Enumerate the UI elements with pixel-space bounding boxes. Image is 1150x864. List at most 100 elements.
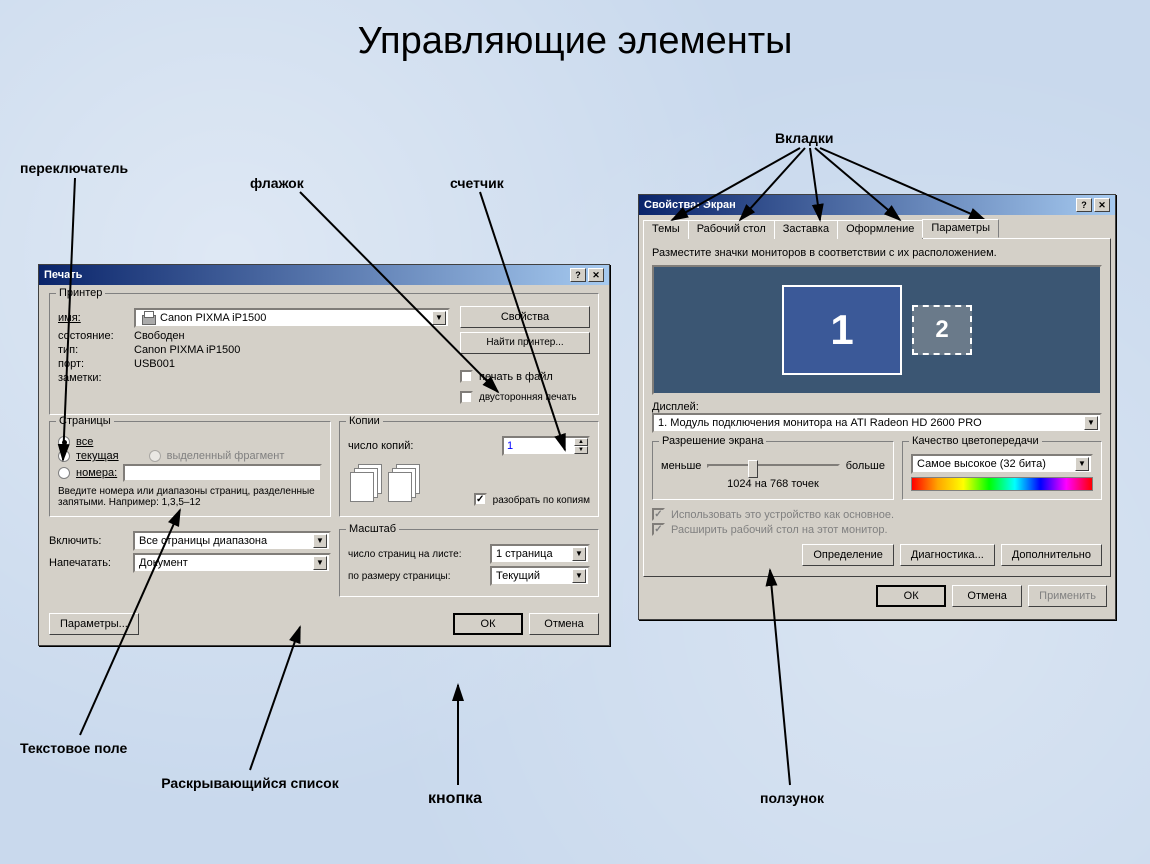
quality-dropdown[interactable]: Самое высокое (32 бита) ▼ bbox=[911, 454, 1093, 474]
chevron-down-icon[interactable]: ▼ bbox=[572, 569, 586, 583]
options-button[interactable]: Параметры... bbox=[49, 613, 139, 635]
collate-preview-icon bbox=[388, 464, 422, 504]
advanced-button[interactable]: Дополнительно bbox=[1001, 544, 1102, 566]
pages-selection-radio bbox=[149, 450, 161, 462]
include-label: Включить: bbox=[49, 535, 127, 547]
print-to-file-checkbox[interactable] bbox=[460, 370, 473, 383]
apply-button[interactable]: Применить bbox=[1028, 585, 1107, 607]
display-titlebar[interactable]: Свойства: Экран ? ✕ bbox=[639, 195, 1115, 215]
pages-hint: Введите номера или диапазоны страниц, ра… bbox=[58, 486, 322, 508]
printer-name-value: Canon PIXMA iP1500 bbox=[160, 312, 266, 324]
arrange-hint: Разместите значки мониторов в соответств… bbox=[652, 247, 1102, 259]
resolution-group: Разрешение экрана меньше больше 1024 на … bbox=[652, 441, 894, 500]
copies-group-title: Копии bbox=[346, 415, 383, 427]
copies-spinner[interactable]: ▲ ▼ bbox=[502, 436, 590, 456]
collate-checkbox[interactable] bbox=[474, 493, 487, 506]
chevron-down-icon[interactable]: ▼ bbox=[572, 547, 586, 561]
printer-name-label: имя: bbox=[58, 312, 128, 324]
printer-group-title: Принтер bbox=[56, 287, 105, 299]
tab-screensaver[interactable]: Заставка bbox=[774, 220, 838, 239]
tab-appearance[interactable]: Оформление bbox=[837, 220, 923, 239]
pps-dropdown[interactable]: 1 страница ▼ bbox=[490, 544, 590, 564]
collate-label: разобрать по копиям bbox=[493, 495, 590, 506]
pps-label: число страниц на листе: bbox=[348, 549, 462, 560]
label-spinner: счетчик bbox=[450, 175, 504, 191]
settings-panel: Разместите значки мониторов в соответств… bbox=[643, 238, 1111, 577]
tab-themes[interactable]: Темы bbox=[643, 220, 689, 239]
scale-group: Масштаб число страниц на листе: 1 страни… bbox=[339, 529, 599, 597]
monitor-2[interactable]: 2 bbox=[912, 305, 972, 355]
fit-value: Текущий bbox=[496, 570, 540, 582]
duplex-checkbox[interactable] bbox=[460, 391, 473, 404]
print-what-label: Напечатать: bbox=[49, 557, 127, 569]
scale-group-title: Масштаб bbox=[346, 523, 399, 535]
label-dropdown: Раскрывающийся список bbox=[160, 775, 340, 791]
notes-label: заметки: bbox=[58, 372, 128, 384]
pps-value: 1 страница bbox=[496, 548, 553, 560]
pages-selection-label: выделенный фрагмент bbox=[167, 450, 285, 462]
state-label: состояние: bbox=[58, 330, 128, 342]
monitor-1[interactable]: 1 bbox=[782, 285, 902, 375]
use-primary-label: Использовать это устройство как основное… bbox=[671, 509, 894, 521]
tab-settings[interactable]: Параметры bbox=[922, 219, 999, 238]
port-label: порт: bbox=[58, 358, 128, 370]
label-textfield: Текстовое поле bbox=[20, 740, 127, 756]
chevron-down-icon[interactable]: ▼ bbox=[313, 556, 327, 570]
cancel-button[interactable]: Отмена bbox=[952, 585, 1022, 607]
state-value: Свободен bbox=[134, 330, 185, 342]
diagnostics-button[interactable]: Диагностика... bbox=[900, 544, 995, 566]
pages-numbers-radio[interactable] bbox=[58, 467, 70, 479]
quality-group-title: Качество цветопередачи bbox=[909, 435, 1042, 447]
res-less-label: меньше bbox=[661, 460, 701, 472]
chevron-down-icon[interactable]: ▼ bbox=[1075, 457, 1089, 471]
print-what-dropdown[interactable]: Документ ▼ bbox=[133, 553, 331, 573]
port-value: USB001 bbox=[134, 358, 175, 370]
print-dialog: Печать ? ✕ Принтер имя: Canon PIXMA iP15… bbox=[38, 264, 610, 646]
pages-numbers-input[interactable] bbox=[123, 464, 322, 482]
print-titlebar[interactable]: Печать ? ✕ bbox=[39, 265, 609, 285]
pages-current-radio[interactable] bbox=[58, 450, 70, 462]
slider-thumb[interactable] bbox=[748, 460, 758, 478]
display-dropdown[interactable]: 1. Модуль подключения монитора на ATI Ra… bbox=[652, 413, 1102, 433]
find-printer-button[interactable]: Найти принтер... bbox=[460, 332, 590, 354]
pages-all-radio[interactable] bbox=[58, 436, 70, 448]
label-button: кнопка bbox=[428, 790, 482, 808]
label-tabs: Вкладки bbox=[775, 130, 833, 146]
display-value: 1. Модуль подключения монитора на ATI Ra… bbox=[658, 417, 982, 429]
spinner-up-icon[interactable]: ▲ bbox=[574, 438, 588, 446]
properties-button[interactable]: Свойства bbox=[460, 306, 590, 328]
spinner-down-icon[interactable]: ▼ bbox=[574, 446, 588, 454]
printer-name-dropdown[interactable]: Canon PIXMA iP1500 ▼ bbox=[134, 308, 450, 328]
fit-dropdown[interactable]: Текущий ▼ bbox=[490, 566, 590, 586]
copies-input[interactable] bbox=[504, 438, 574, 454]
duplex-label: двусторонняя печать bbox=[479, 392, 577, 403]
close-icon[interactable]: ✕ bbox=[588, 268, 604, 282]
cancel-button[interactable]: Отмена bbox=[529, 613, 599, 635]
ok-button[interactable]: ОК bbox=[453, 613, 523, 635]
pages-group-title: Страницы bbox=[56, 415, 114, 427]
include-value: Все страницы диапазона bbox=[139, 535, 267, 547]
ok-button[interactable]: ОК bbox=[876, 585, 946, 607]
include-dropdown[interactable]: Все страницы диапазона ▼ bbox=[133, 531, 331, 551]
label-radio: переключатель bbox=[20, 160, 128, 176]
use-primary-checkbox bbox=[652, 508, 665, 521]
tab-desktop[interactable]: Рабочий стол bbox=[688, 220, 775, 239]
color-preview bbox=[911, 477, 1093, 491]
chevron-down-icon[interactable]: ▼ bbox=[432, 311, 446, 325]
identify-button[interactable]: Определение bbox=[802, 544, 894, 566]
extend-checkbox bbox=[652, 523, 665, 536]
copies-label: число копий: bbox=[348, 440, 413, 452]
extend-label: Расширить рабочий стол на этот монитор. bbox=[671, 524, 888, 536]
help-icon[interactable]: ? bbox=[570, 268, 586, 282]
chevron-down-icon[interactable]: ▼ bbox=[1084, 416, 1098, 430]
help-icon[interactable]: ? bbox=[1076, 198, 1092, 212]
resolution-value: 1024 на 768 точек bbox=[661, 478, 885, 490]
print-title: Печать bbox=[44, 269, 82, 281]
quality-value: Самое высокое (32 бита) bbox=[917, 458, 1046, 470]
chevron-down-icon[interactable]: ▼ bbox=[313, 534, 327, 548]
slide-title: Управляющие элементы bbox=[0, 20, 1150, 63]
resolution-slider[interactable] bbox=[707, 464, 839, 468]
fit-label: по размеру страницы: bbox=[348, 571, 451, 582]
monitor-preview[interactable]: 1 2 bbox=[652, 265, 1102, 395]
close-icon[interactable]: ✕ bbox=[1094, 198, 1110, 212]
